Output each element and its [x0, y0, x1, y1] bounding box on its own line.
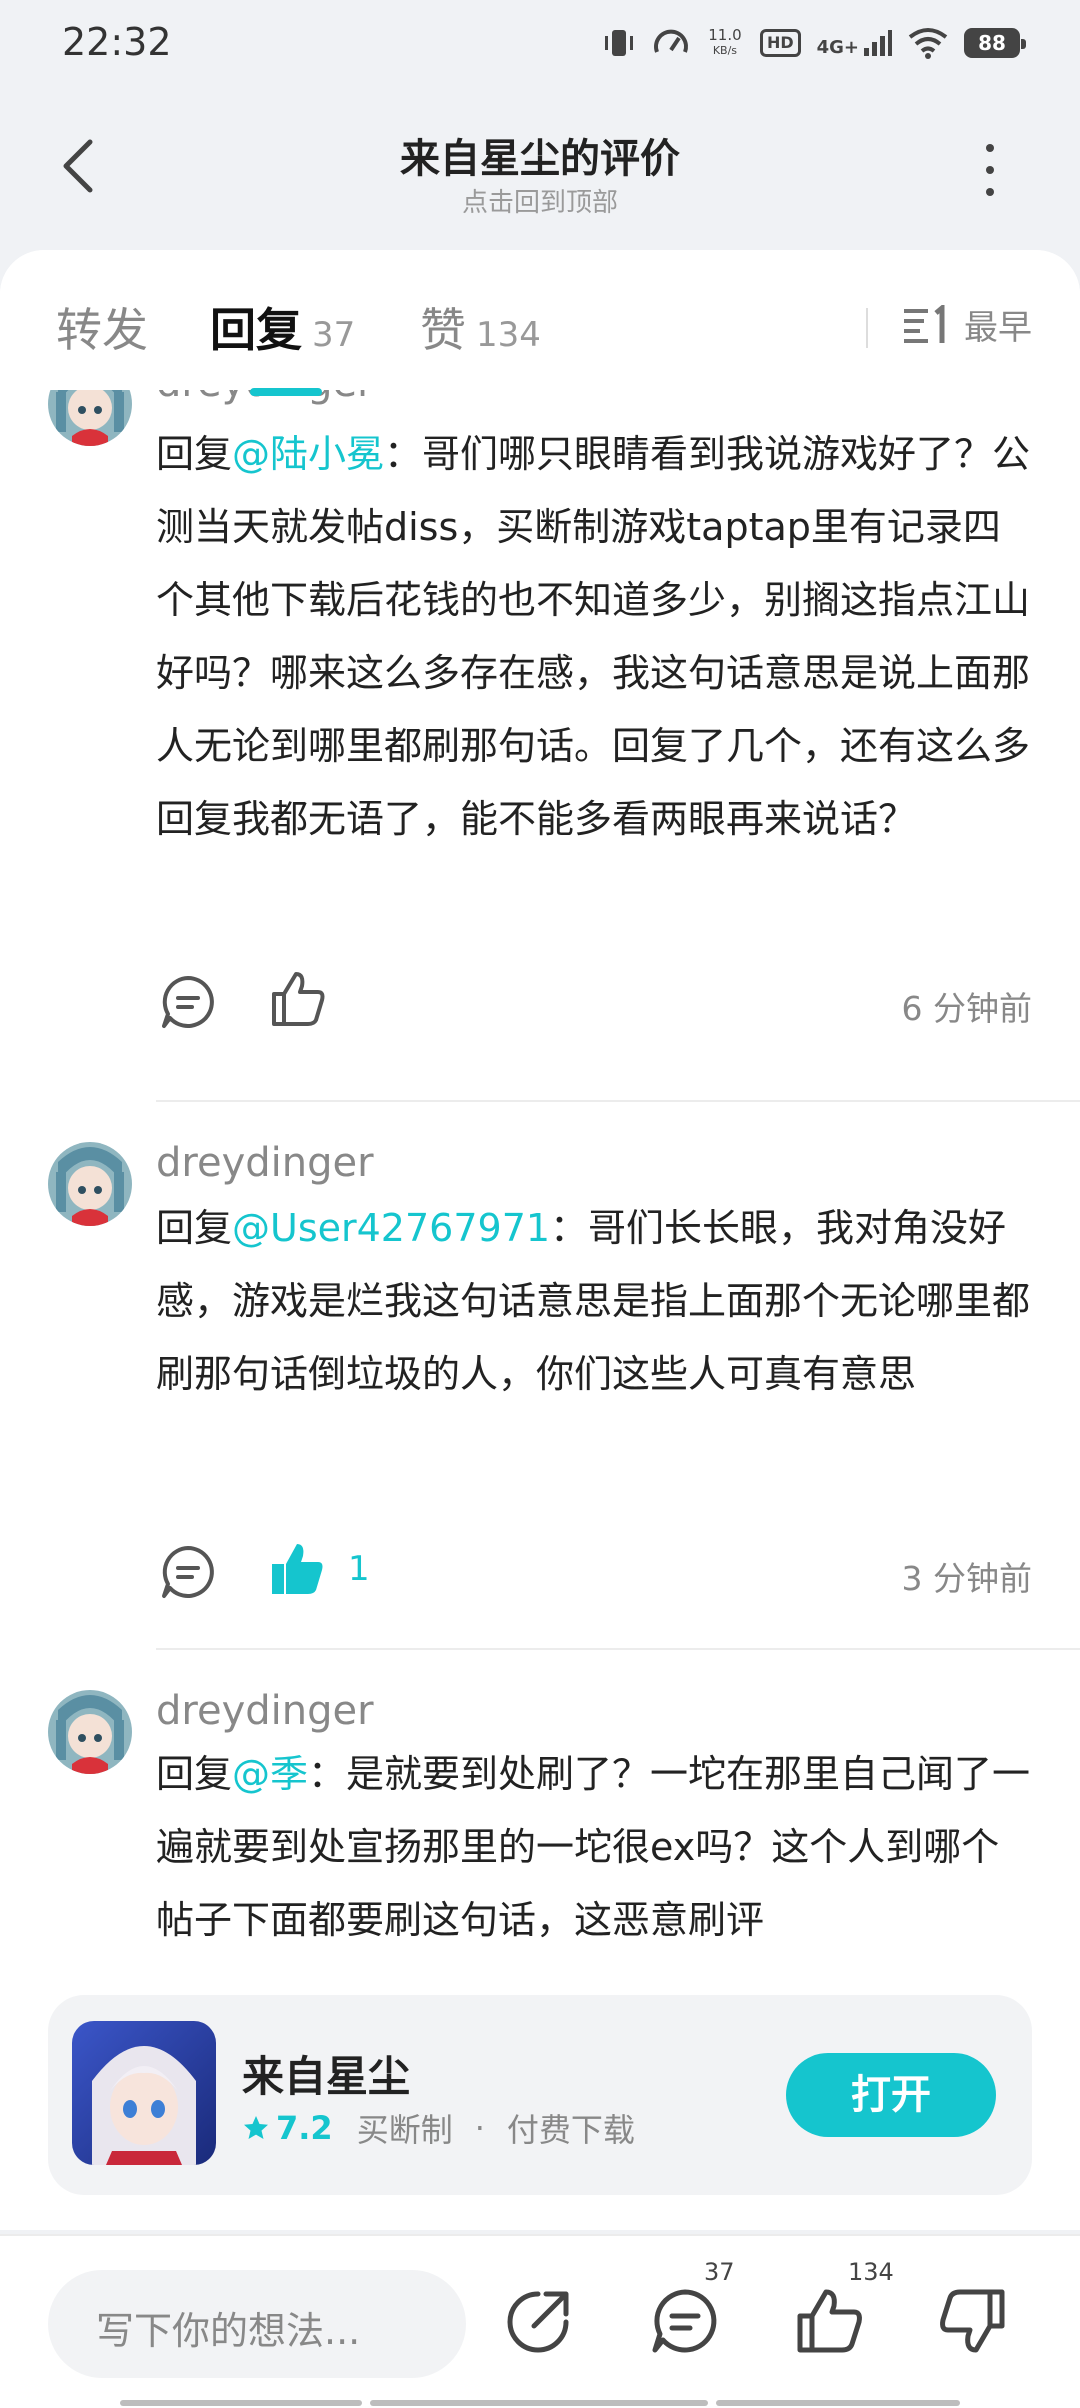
- tab-forward[interactable]: 转发: [56, 294, 148, 360]
- signal-icon: 4G+: [817, 28, 892, 58]
- dislike-button[interactable]: [938, 2286, 1008, 2356]
- sort-icon: [904, 304, 945, 343]
- comment-body: ：哥们哪只眼睛看到我说游戏好了？公测当天就发帖diss，买断制游戏taptap里…: [156, 432, 1031, 841]
- reply-prefix: 回复: [156, 1206, 233, 1250]
- open-button[interactable]: 打开: [786, 2053, 996, 2137]
- home-indicator: [716, 2400, 960, 2406]
- mention-link[interactable]: @陆小冕: [232, 432, 384, 476]
- mention-link[interactable]: @季: [232, 1752, 308, 1796]
- more-icon: [986, 144, 994, 196]
- status-time: 22:32: [62, 20, 172, 64]
- game-tag: 付费下载: [506, 2111, 635, 2149]
- tab-label: 回复: [210, 303, 302, 357]
- network-speed: 11.0 KB/s: [706, 27, 744, 59]
- divider: [156, 1100, 1080, 1102]
- comment-button[interactable]: 37: [650, 2258, 735, 2356]
- hd-badge: HD: [759, 29, 801, 57]
- home-indicator: [120, 2400, 362, 2406]
- comment-actions: 6 分钟前: [156, 968, 1032, 1038]
- reply-prefix: 回复: [156, 1752, 233, 1796]
- game-name: 来自星尘: [242, 2052, 411, 2101]
- header: 来自星尘的评价 点击回到顶部: [0, 100, 1080, 240]
- battery-icon: 88: [964, 28, 1026, 58]
- speed-value: 11.0: [708, 26, 742, 44]
- like-icon-filled: [272, 1544, 323, 1594]
- like-count-badge: 134: [848, 2258, 894, 2286]
- comment-text: 回复@陆小冕：哥们哪只眼睛看到我说游戏好了？公测当天就发帖diss，买断制游戏t…: [156, 418, 1036, 856]
- comment-list: dreydinger 回复@陆小冕：哥们哪只眼睛看到我说游戏好了？公测当天就发帖…: [0, 250, 1080, 2230]
- comment-input[interactable]: 写下你的想法...: [48, 2270, 466, 2378]
- share-icon: [507, 2291, 569, 2353]
- like-button[interactable]: [268, 970, 348, 1028]
- reply-icon: [162, 976, 214, 1028]
- page-title[interactable]: 来自星尘的评价: [0, 126, 1080, 184]
- tab-likes[interactable]: 赞 134: [420, 294, 541, 360]
- speed-unit: KB/s: [712, 44, 738, 57]
- game-rating: 7.2: [276, 2109, 333, 2147]
- comment-time: 6 分钟前: [901, 989, 1033, 1028]
- comment-time: 3 分钟前: [901, 1559, 1033, 1598]
- tab-bar: 转发 回复 37 赞 134 最早: [0, 250, 1080, 396]
- game-icon[interactable]: [72, 2021, 216, 2165]
- like-icon: [797, 2289, 862, 2353]
- reply-button[interactable]: [160, 1544, 216, 1604]
- username[interactable]: dreydinger: [156, 1140, 374, 1186]
- username[interactable]: dreydinger: [156, 1688, 374, 1734]
- game-card[interactable]: 来自星尘 7.2 买断制 · 付费下载 打开: [48, 1995, 1032, 2195]
- avatar[interactable]: [48, 1142, 132, 1226]
- like-button[interactable]: 1: [268, 1540, 370, 1598]
- reply-icon: [162, 1546, 214, 1598]
- status-bar: 22:32 11.0 KB/s HD 4G+ 88: [0, 0, 1080, 90]
- game-meta: 7.2 买断制 · 付费下载: [242, 2105, 635, 2151]
- separator: ·: [474, 2109, 485, 2147]
- tab-label: 转发: [56, 303, 148, 357]
- game-tag: 买断制: [356, 2111, 453, 2149]
- reply-count-badge: 37: [704, 2258, 735, 2286]
- divider: [156, 1648, 1080, 1650]
- comment-input-placeholder: 写下你的想法...: [96, 2309, 361, 2353]
- more-button[interactable]: [970, 142, 1010, 198]
- tab-count: 37: [312, 315, 356, 355]
- reply-button[interactable]: [160, 974, 216, 1034]
- comment-text: 回复@季：是就要到处刷了？一坨在那里自己闻了一遍就要到处宣扬那里的一坨很ex吗？…: [156, 1738, 1036, 1957]
- home-indicator: [370, 2400, 708, 2406]
- comment-icon: [652, 2289, 717, 2353]
- avatar[interactable]: [48, 1690, 132, 1774]
- like-button[interactable]: 134: [794, 2258, 894, 2356]
- tab-indicator: [250, 388, 322, 396]
- back-to-top-hint[interactable]: 点击回到顶部: [0, 182, 1080, 219]
- sort-label: 最早: [964, 308, 1032, 348]
- status-icons: 11.0 KB/s HD 4G+ 88: [602, 22, 1026, 64]
- comments-card: dreydinger 回复@陆小冕：哥们哪只眼睛看到我说游戏好了？公测当天就发帖…: [0, 250, 1080, 2230]
- like-icon: [272, 972, 325, 1026]
- sort-button[interactable]: 最早: [902, 300, 1032, 349]
- comment-actions: 1 3 分钟前: [156, 1538, 1032, 1608]
- like-count: 1: [348, 1549, 370, 1589]
- wifi-icon: [908, 28, 948, 59]
- reply-prefix: 回复: [156, 432, 233, 476]
- tab-replies[interactable]: 回复 37: [210, 294, 355, 360]
- mention-link[interactable]: @User42767971: [232, 1206, 550, 1250]
- share-button[interactable]: [504, 2286, 574, 2356]
- bottom-bar: 写下你的想法... 37 134: [0, 2234, 1080, 2408]
- vibrate-icon: [604, 30, 633, 56]
- tab-count: 134: [476, 315, 541, 355]
- star-icon: [244, 2116, 268, 2139]
- tab-label: 赞: [420, 303, 466, 357]
- speedometer-icon: [653, 29, 688, 53]
- comment-text: 回复@User42767971：哥们长长眼，我对角没好感，游戏是烂我这句话意思是…: [156, 1192, 1036, 1411]
- divider: [866, 308, 868, 348]
- dislike-icon: [940, 2289, 1005, 2353]
- network-type: 4G+: [816, 37, 859, 58]
